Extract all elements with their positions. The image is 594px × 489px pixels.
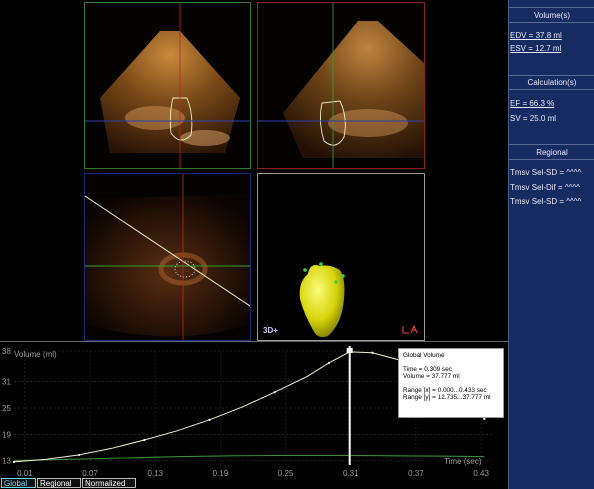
tab-normalized[interactable]: Normalized — [82, 478, 136, 488]
tab-global[interactable]: Global — [1, 478, 36, 488]
divider — [509, 89, 594, 90]
volumes-title: Volume(s) — [533, 11, 570, 20]
ultrasound-view-4ch[interactable] — [84, 2, 251, 169]
data-point — [327, 361, 331, 364]
ef-value[interactable]: EF = 66.3 % — [510, 99, 554, 108]
tooltip-time: Time = 0.309 sec — [403, 365, 452, 373]
sv-value: SV = 25.0 ml — [510, 114, 557, 123]
cursor-handle — [346, 348, 353, 353]
y-tick-label: 25 — [2, 404, 11, 413]
x-tick-label: 0.19 — [213, 469, 229, 478]
global-volume-tooltip: Global Volume Time = 0.309 sec Volume = … — [398, 348, 504, 418]
y-tick-label: 13 — [2, 457, 11, 466]
ultrasound-view-2ch[interactable] — [257, 2, 425, 169]
data-point — [78, 453, 81, 457]
x-tick-label: 0.25 — [278, 469, 294, 478]
data-point — [273, 391, 276, 394]
tooltip-volume: Volume = 37.777 ml — [403, 373, 460, 381]
ultrasound-image-4ch — [85, 3, 250, 168]
divider — [509, 159, 594, 160]
divider — [509, 144, 594, 145]
x-tick-label: 0.31 — [343, 469, 359, 478]
data-point — [371, 351, 374, 354]
ultrasound-view-short-axis[interactable] — [84, 173, 251, 341]
left-atrium-icon — [402, 325, 418, 334]
x-axis-label: Time (sec) — [444, 457, 482, 466]
x-tick-label: 0.01 — [17, 469, 33, 478]
y-tick-label: 31 — [2, 378, 11, 387]
left-margin — [0, 0, 82, 340]
tooltip-range-y: Range [y] = 12.735...37.777 ml — [403, 394, 491, 402]
divider — [509, 75, 594, 76]
tooltip-title: Global Volume — [403, 352, 445, 359]
divider — [509, 22, 594, 23]
regional-title: Regional — [536, 148, 568, 157]
y-tick-label: 38 — [2, 347, 11, 356]
y-tick-label: 19 — [2, 430, 11, 439]
x-tick-label: 0.37 — [408, 469, 424, 478]
render-mode-label: 3D+ — [263, 326, 278, 335]
tmsv-sd2-value: Tmsv Sel-SD = ^^^^ — [510, 197, 582, 206]
view-gap — [425, 0, 508, 341]
data-point — [143, 438, 146, 442]
tmsv-dif-value: Tmsv Sel-Dif = ^^^^ — [510, 183, 580, 192]
ultrasound-image-2ch — [258, 3, 424, 168]
edv-value[interactable]: EDV = 37.8 ml — [510, 31, 562, 40]
data-point — [208, 418, 211, 421]
x-tick-label: 0.43 — [473, 469, 489, 478]
measurement-panel: Volume(s) EDV = 37.8 ml ESV = 12.7 ml Ca… — [508, 0, 594, 489]
divider — [509, 7, 594, 8]
x-tick-label: 0.07 — [82, 469, 98, 478]
ultrasound-image-short-axis — [84, 174, 251, 340]
regional-volume-curve — [13, 454, 485, 462]
graph-tabs: Global Regional Normalized — [0, 478, 508, 489]
tooltip-range-x: Range [x] = 0.000...0.433 sec — [403, 386, 487, 394]
x-tick-label: 0.13 — [147, 469, 163, 478]
data-point — [12, 460, 16, 464]
calculations-title: Calculation(s) — [527, 78, 577, 87]
lv-3d-model — [299, 262, 345, 338]
tab-regional[interactable]: Regional — [37, 478, 81, 488]
data-point — [483, 417, 486, 421]
tmsv-sd-value: Tmsv Sel-SD = ^^^^ — [510, 168, 582, 177]
3d-render-view[interactable]: 3D+ — [257, 173, 425, 341]
esv-value[interactable]: ESV = 12.7 ml — [510, 44, 561, 53]
y-axis-label: Volume (ml) — [14, 350, 57, 359]
